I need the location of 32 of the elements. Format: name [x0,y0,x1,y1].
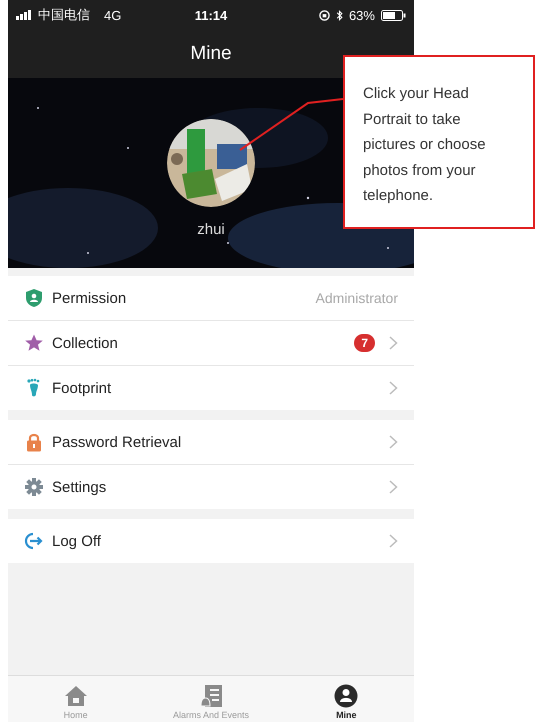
home-icon [64,684,88,708]
carrier-name: 中国电信 [38,6,90,24]
clock-time: 11:14 [194,8,228,22]
lock-icon [24,432,44,452]
menu-label: Log Off [52,532,102,550]
report-bell-icon [198,684,223,708]
menu-item[interactable]: Footprint [8,366,414,410]
shield-icon [24,288,44,308]
menu-label: Footprint [52,380,112,396]
rotation-lock-icon [318,10,330,20]
screen-title: Mine [190,43,232,65]
star-icon [24,333,44,353]
network-type: 4G [104,8,122,22]
menu-item[interactable]: Permission Administrator [8,276,414,321]
menu-item[interactable]: Settings [8,465,414,509]
menu-item[interactable]: Password Retrieval [8,420,414,465]
signal-icon [16,10,32,20]
menu-value: Administrator [316,290,398,306]
battery-icon [380,10,406,20]
menu-label: Collection [52,334,119,352]
logout-icon [24,531,44,551]
menu-label: Settings [52,478,108,496]
menu-item[interactable]: Log Off [8,519,414,563]
menu-item[interactable]: Collection 7 [8,321,414,366]
profile-icon [334,684,358,708]
battery-percent: 63% [348,8,375,22]
bluetooth-icon [336,10,343,20]
count-badge: 7 [354,334,375,352]
gear-icon [24,477,44,497]
tab[interactable]: Mine [278,676,414,722]
menu-label: Permission [52,290,128,306]
menu-label: Password Retrieval [52,434,182,450]
